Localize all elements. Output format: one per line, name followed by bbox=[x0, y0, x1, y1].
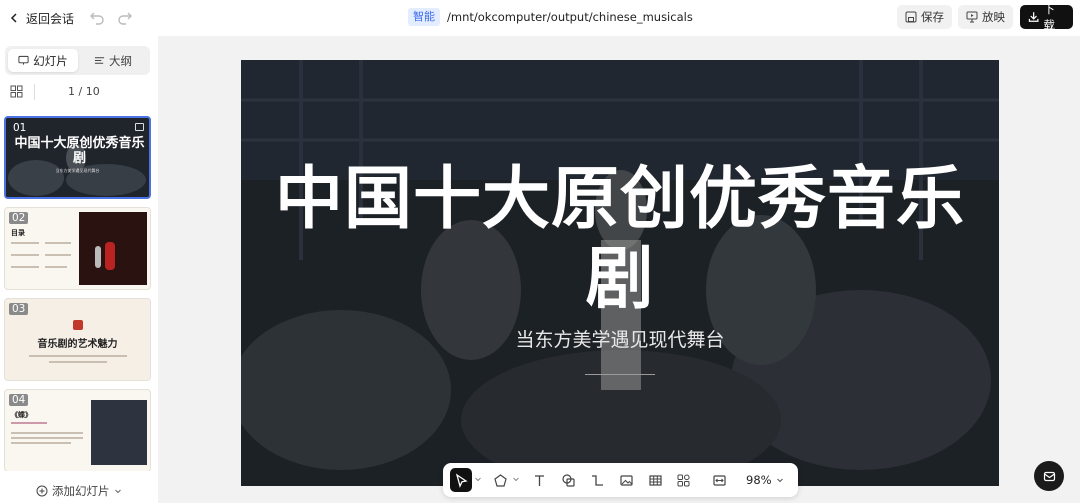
placeholder-line bbox=[11, 442, 71, 444]
slide-subtitle[interactable]: 当东方美学遇见现代舞台 bbox=[241, 325, 999, 352]
tab-slides-label: 幻灯片 bbox=[33, 53, 68, 68]
add-slide-label: 添加幻灯片 bbox=[52, 484, 110, 498]
file-path-area: 智能 /mnt/okcomputer/output/chinese_musica… bbox=[408, 8, 693, 26]
placeholder-line bbox=[45, 254, 71, 256]
chevron-down-icon bbox=[114, 489, 121, 494]
message-icon bbox=[1043, 471, 1055, 481]
zoom-level[interactable]: 98% bbox=[746, 473, 772, 487]
plus-circle-icon bbox=[36, 485, 48, 497]
save-label: 保存 bbox=[921, 10, 944, 24]
placeholder-line bbox=[29, 355, 127, 357]
outline-icon bbox=[94, 57, 105, 64]
pointer-icon bbox=[455, 472, 468, 488]
placeholder-line bbox=[11, 437, 83, 439]
image-tool[interactable] bbox=[617, 471, 635, 489]
placeholder-line bbox=[11, 242, 39, 244]
fit-tool[interactable] bbox=[710, 471, 728, 489]
back-label: 返回会话 bbox=[26, 11, 75, 26]
placeholder-line bbox=[45, 266, 67, 268]
placeholder-line bbox=[11, 432, 83, 434]
image-icon bbox=[619, 474, 633, 486]
seal-icon bbox=[73, 320, 83, 330]
chat-button[interactable] bbox=[1034, 461, 1064, 491]
download-button[interactable]: 下载 bbox=[1020, 2, 1073, 32]
slide-thumbnail-2[interactable]: 02 目录 bbox=[4, 207, 151, 290]
chevron-down-icon[interactable] bbox=[512, 475, 520, 483]
slide-pager: 1 / 10 bbox=[68, 85, 100, 98]
download-label: 下载 bbox=[1043, 2, 1055, 32]
placeholder-line bbox=[45, 242, 71, 244]
tab-outline-label: 大纲 bbox=[109, 53, 132, 68]
slide-number: 02 bbox=[9, 212, 29, 224]
thumbnail-image bbox=[91, 400, 147, 465]
editor-app: 返回会话 智能 /mnt/okcomputer/output/chinese_m… bbox=[0, 0, 1080, 503]
redo-icon[interactable] bbox=[117, 9, 133, 25]
slide-divider-line bbox=[585, 374, 655, 375]
add-slide-button[interactable]: 添加幻灯片 bbox=[36, 483, 122, 499]
save-button[interactable]: 保存 bbox=[897, 5, 952, 29]
thumbnail-menu-icon[interactable] bbox=[135, 123, 144, 131]
back-to-session-button[interactable]: 返回会话 bbox=[8, 8, 74, 28]
download-icon bbox=[1028, 12, 1039, 22]
chevron-down-icon[interactable] bbox=[474, 475, 482, 483]
slide-thumbnail-1[interactable]: 01 中国十大原创优秀音乐剧 当东方美学遇见现代舞台 bbox=[4, 116, 151, 199]
grid-view-icon[interactable] bbox=[10, 85, 23, 98]
shape-tool[interactable] bbox=[491, 471, 509, 489]
placeholder-line bbox=[11, 422, 47, 424]
placeholder-line bbox=[11, 254, 39, 256]
slide-thumbnail-list: 01 中国十大原创优秀音乐剧 当东方美学遇见现代舞台 02 目录 03 音乐剧的… bbox=[4, 116, 152, 471]
divider bbox=[34, 84, 35, 100]
slides-sidebar: 幻灯片 大纲 1 / 10 01 中国十大原创优秀音乐剧 当东方美学遇见现代舞台… bbox=[0, 36, 158, 503]
components-icon bbox=[677, 474, 690, 486]
file-path: /mnt/okcomputer/output/chinese_musicals bbox=[447, 10, 693, 24]
present-icon bbox=[966, 11, 978, 23]
thumbnail-title: 《蝶》 bbox=[11, 411, 32, 419]
thumbnail-title: 目录 bbox=[11, 229, 25, 237]
view-switcher: 幻灯片 大纲 bbox=[5, 46, 150, 75]
fit-icon bbox=[712, 474, 726, 486]
present-label: 放映 bbox=[982, 10, 1005, 24]
table-icon bbox=[648, 474, 662, 486]
copy-tool[interactable] bbox=[559, 471, 577, 489]
tab-outline[interactable]: 大纲 bbox=[79, 49, 147, 72]
text-icon bbox=[534, 474, 544, 486]
tab-slides[interactable]: 幻灯片 bbox=[8, 49, 78, 72]
editing-toolbar: 98% bbox=[443, 463, 798, 497]
slides-icon bbox=[18, 55, 29, 65]
slide-number: 03 bbox=[9, 303, 29, 315]
slide-thumbnail-3[interactable]: 03 音乐剧的艺术魅力 bbox=[4, 298, 151, 381]
thumbnail-subtitle: 当东方美学遇见现代舞台 bbox=[55, 168, 100, 173]
slide-number: 04 bbox=[9, 394, 29, 406]
shape-icon bbox=[493, 473, 507, 487]
chevron-left-icon bbox=[10, 13, 17, 23]
components-tool[interactable] bbox=[674, 471, 692, 489]
thumbnail-title: 中国十大原创优秀音乐剧 bbox=[14, 136, 145, 166]
text-tool[interactable] bbox=[530, 471, 548, 489]
thumbnail-image bbox=[79, 212, 147, 285]
save-icon bbox=[905, 11, 917, 23]
undo-icon[interactable] bbox=[89, 9, 105, 25]
table-tool[interactable] bbox=[646, 471, 664, 489]
slide-canvas: 中国十大原创优秀音乐剧 当东方美学遇见现代舞台 98% bbox=[158, 36, 1080, 503]
thumbnail-title: 音乐剧的艺术魅力 bbox=[37, 339, 118, 350]
placeholder-line bbox=[49, 361, 107, 363]
current-slide[interactable]: 中国十大原创优秀音乐剧 当东方美学遇见现代舞台 bbox=[241, 60, 999, 486]
slide-number: 01 bbox=[13, 122, 27, 134]
select-tool[interactable] bbox=[450, 468, 472, 492]
slide-thumbnail-4[interactable]: 04 《蝶》 bbox=[4, 389, 151, 471]
copy-icon bbox=[561, 473, 575, 487]
top-bar: 返回会话 智能 /mnt/okcomputer/output/chinese_m… bbox=[0, 0, 1080, 36]
slide-title[interactable]: 中国十大原创优秀音乐剧 bbox=[241, 160, 999, 320]
connector-tool[interactable] bbox=[588, 471, 606, 489]
placeholder-line bbox=[11, 266, 39, 268]
connector-icon bbox=[591, 474, 603, 486]
chevron-down-icon[interactable] bbox=[776, 476, 784, 484]
mode-tag: 智能 bbox=[408, 8, 440, 26]
present-button[interactable]: 放映 bbox=[958, 5, 1013, 29]
